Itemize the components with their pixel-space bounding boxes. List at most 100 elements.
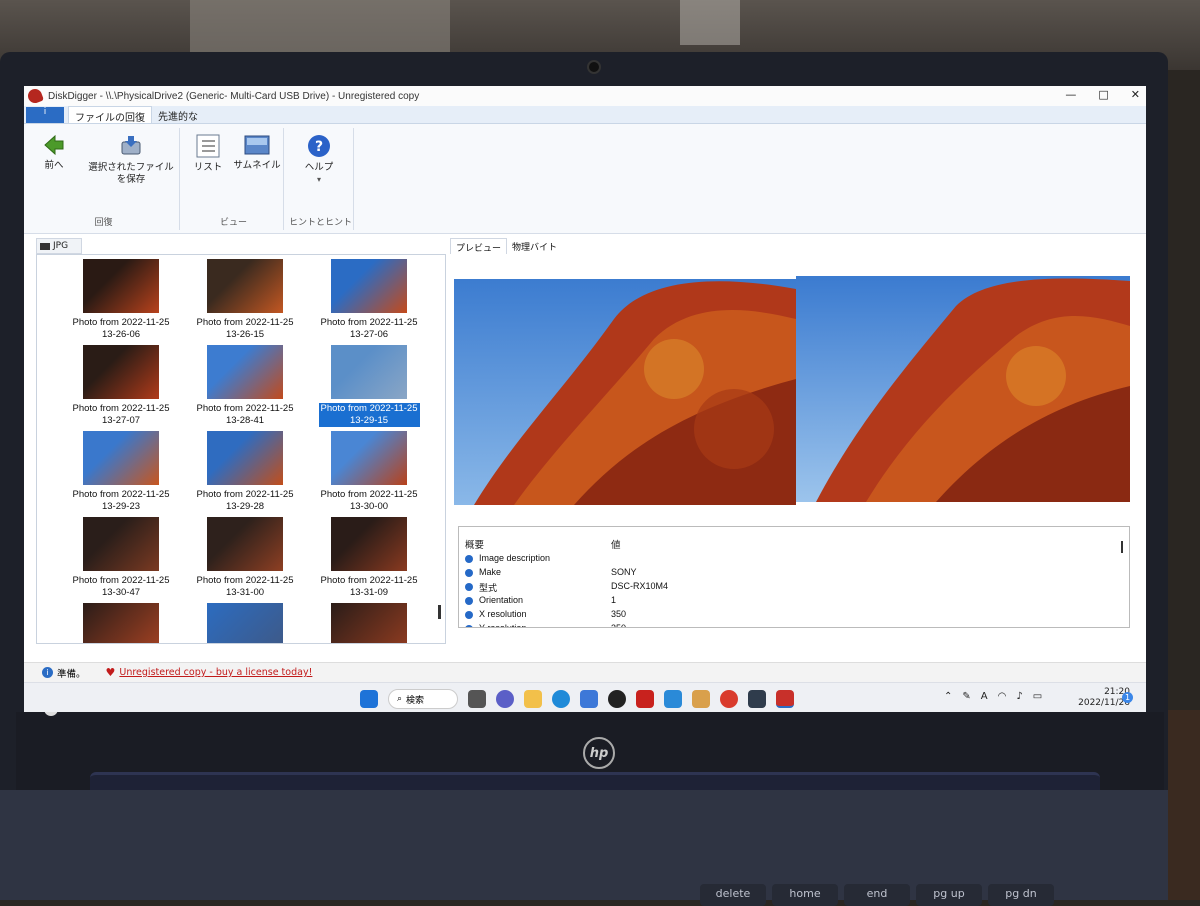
thumbnail-item[interactable]: Photo from 2022-11-25 13-27-06 (309, 259, 429, 341)
thumbnail-caption: Photo from 2022-11-25 13-29-28 (185, 489, 305, 513)
search-label: 検索 (406, 695, 425, 706)
scrollbar[interactable] (1121, 541, 1123, 553)
properties-table[interactable]: 概要 値 Image description Make SONY 型式 DSC-RX10… (458, 526, 1130, 628)
task-view-icon[interactable] (468, 690, 486, 708)
save-disk-icon (121, 136, 141, 155)
diskdigger-taskbar-icon[interactable] (776, 690, 794, 708)
thumbnail-view-button[interactable]: サムネイル (232, 134, 282, 172)
list-view-button[interactable]: リスト (190, 134, 226, 174)
thumbnail-image (331, 517, 407, 571)
thumbnail-item[interactable]: Photo from 2022-11-25 13-29-28 (185, 431, 305, 513)
property-value: 350 (611, 609, 627, 619)
app-icon[interactable] (608, 690, 626, 708)
thumbnail-image (331, 259, 407, 313)
caption-line: Photo from 2022-11-25 (196, 489, 294, 500)
save-selected-button[interactable]: 選択されたファイルを保存 (84, 134, 178, 186)
thumbnail-label: サムネイル (233, 160, 281, 171)
caption-line: 13-26-06 (101, 329, 141, 340)
keyboard-keys: delete home end pg up pg dn (700, 884, 1054, 906)
column-header-summary[interactable]: 概要 (465, 537, 484, 551)
windows-start-icon[interactable] (360, 690, 378, 708)
property-row[interactable]: Image description (465, 553, 1115, 567)
property-value: DSC-RX10M4 (611, 581, 669, 591)
thumbnail-item[interactable]: Photo from 2022-11-25 13-30-00 (309, 431, 429, 513)
key: home (772, 884, 838, 906)
thumbnail-item[interactable]: Photo from 2022-11-25 13-31-00 (185, 517, 305, 599)
property-row[interactable]: 型式 DSC-RX10M4 (465, 581, 1115, 595)
tab-physical-bytes[interactable]: 物理バイト (507, 238, 562, 254)
thumbnail-item[interactable]: Photo from 2022-11-25 13-26-06 (61, 259, 181, 341)
tab-advanced[interactable]: 先進的な (152, 106, 204, 123)
wifi-icon[interactable]: ◠ (998, 691, 1007, 702)
caption-line: Photo from 2022-11-25 (72, 489, 170, 500)
file-menu-tab[interactable]: i (26, 107, 64, 123)
close-button[interactable]: ✕ (1131, 88, 1140, 101)
notes-icon[interactable] (664, 690, 682, 708)
column-header-value[interactable]: 値 (611, 537, 621, 551)
file-explorer-icon[interactable] (524, 690, 542, 708)
thumbnail-item[interactable]: Photo from 2022-11-25 13-26-15 (185, 259, 305, 341)
tab-file-recovery[interactable]: ファイルの回復 (68, 106, 152, 124)
hp-logo: hp (583, 737, 615, 769)
date-text: 2022/11/26 (1078, 698, 1130, 708)
ribbon-group-label: ヒントとヒント (288, 218, 352, 228)
thumbnail-item[interactable]: Photo from 2022-11-25 13-29-23 (61, 431, 181, 513)
thumbnail-image (83, 259, 159, 313)
app-icon[interactable] (692, 690, 710, 708)
ribbon-group-hints: ? ヘルプ ▾ ヒントとヒント (288, 128, 354, 230)
clock[interactable]: 21:20 2022/11/26 (1070, 687, 1130, 709)
property-row[interactable]: Make SONY (465, 567, 1115, 581)
caption-line: Photo from 2022-11-25 (196, 317, 294, 328)
thumbnail-item[interactable]: Photo from 2022-11-25 13-28-41 (185, 345, 305, 427)
chevron-up-icon[interactable]: ⌃ (944, 691, 952, 702)
property-name: Make (479, 567, 502, 577)
thumbnail-item[interactable]: Photo from 2022-11-25 13-30-47 (61, 517, 181, 599)
thumbnail-item[interactable]: Photo from 2022-11-25 13-31-09 (309, 517, 429, 599)
taskbar-search[interactable]: ⌕ 検索 (388, 689, 458, 709)
chat-icon[interactable] (496, 690, 514, 708)
maximize-button[interactable]: □ (1098, 88, 1108, 101)
minimize-button[interactable]: — (1065, 88, 1076, 101)
property-row[interactable]: Y resolution 350 (465, 623, 1115, 627)
thumbnail-image[interactable] (207, 603, 283, 643)
thumbnail-image (83, 431, 159, 485)
app-icon[interactable] (748, 690, 766, 708)
property-row[interactable]: Orientation 1 (465, 595, 1115, 609)
caption-line: 13-31-00 (225, 587, 265, 598)
scrollbar[interactable] (438, 605, 441, 619)
edge-browser-icon[interactable] (552, 690, 570, 708)
dropdown-arrow-icon[interactable]: ▾ (296, 174, 342, 186)
chrome-icon[interactable] (720, 690, 738, 708)
title-bar: DiskDigger - \\.\PhysicalDrive2 (Generic… (24, 86, 1146, 106)
thumbnail-item[interactable]: Photo from 2022-11-25 13-29-15 (309, 345, 429, 427)
thumbnail-image[interactable] (331, 603, 407, 643)
property-value: 1 (611, 595, 617, 605)
thumbnail-grid[interactable]: Photo from 2022-11-25 13-26-06 Photo from … (36, 254, 446, 644)
back-button[interactable]: 前へ (34, 134, 74, 172)
battery-icon[interactable]: ▭ (1033, 691, 1042, 702)
property-row[interactable]: X resolution 350 (465, 609, 1115, 623)
ime-indicator[interactable]: A (981, 691, 988, 702)
property-value: SONY (611, 567, 637, 577)
tab-preview[interactable]: プレビュー (450, 238, 508, 254)
jpg-folder-tab[interactable]: JPG (36, 238, 82, 254)
pen-icon[interactable]: ✎ (962, 691, 970, 702)
unregistered-link[interactable]: Unregistered copy - buy a license today! (119, 667, 312, 678)
thumbnail-image (207, 431, 283, 485)
property-name: Orientation (479, 595, 524, 605)
notification-badge[interactable]: 1 (1122, 692, 1133, 703)
ribbon-group-recover: 前へ 選択されたファイルを保存 回復 (28, 128, 180, 230)
caption-line: 13-27-07 (101, 415, 141, 426)
property-name: Image description (479, 553, 551, 563)
store-icon[interactable] (580, 690, 598, 708)
thumbnail-item[interactable]: Photo from 2022-11-25 13-27-07 (61, 345, 181, 427)
help-button[interactable]: ? ヘルプ ▾ (296, 134, 342, 186)
speaker-icon[interactable]: ♪ (1016, 691, 1022, 702)
mcafee-icon[interactable] (636, 690, 654, 708)
thumbnail-caption: Photo from 2022-11-25 13-29-23 (61, 489, 181, 513)
thumbnail-image[interactable] (83, 603, 159, 643)
list-icon (196, 134, 220, 158)
caption-line: 13-26-15 (225, 329, 265, 340)
caption-line: 13-29-23 (101, 501, 141, 512)
preview-tabs: プレビュー 物理バイト (450, 238, 562, 254)
